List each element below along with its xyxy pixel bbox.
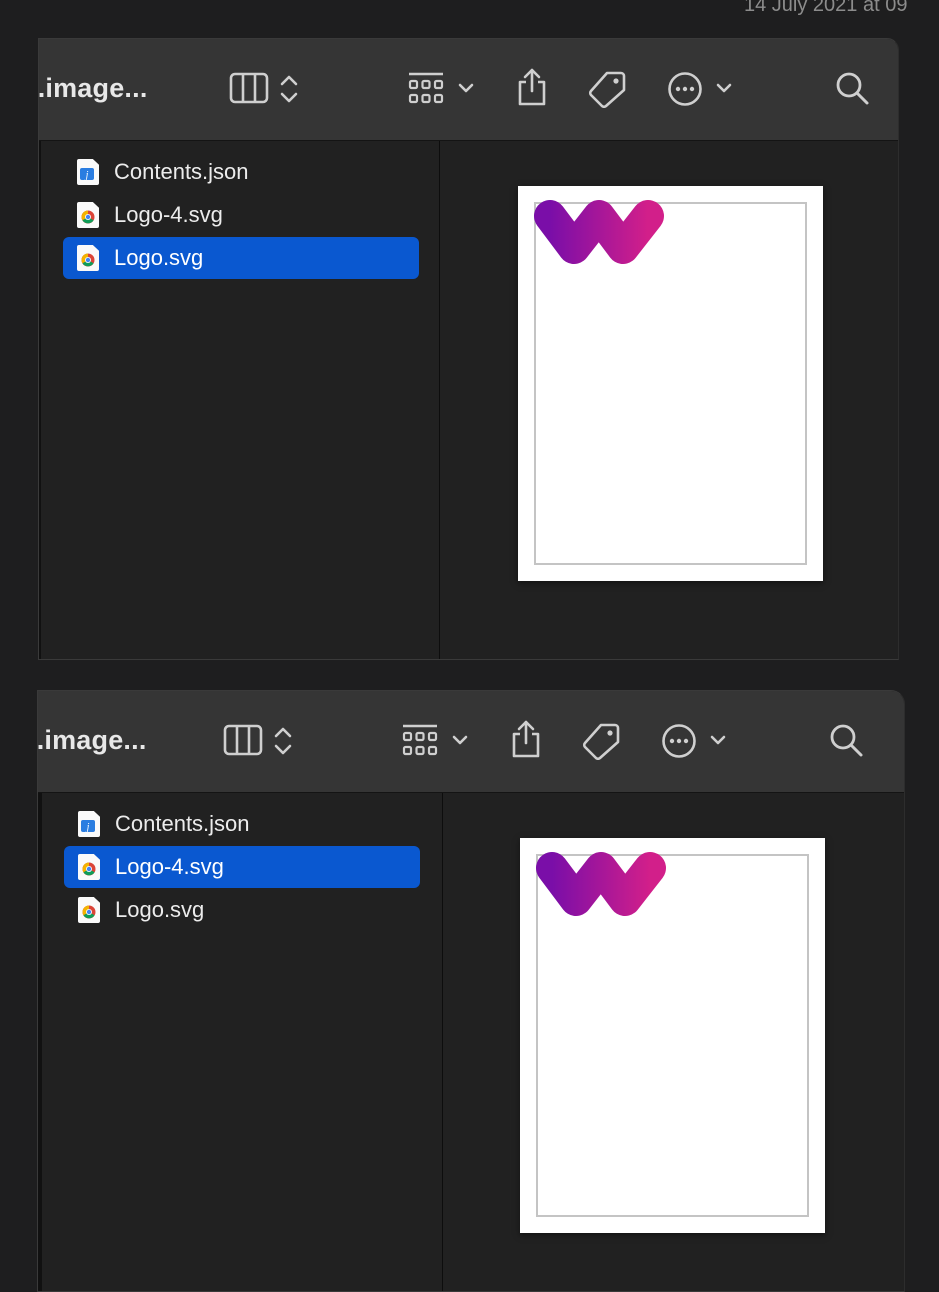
group-button[interactable] (401, 723, 439, 759)
tag-icon (588, 71, 626, 108)
file-name: Contents.json (114, 159, 249, 184)
group-grid-icon (402, 724, 438, 756)
file-name: Logo-4.svg (114, 202, 223, 227)
w-logo-image (534, 200, 664, 264)
tag-button[interactable] (587, 70, 627, 108)
file-item-contents-json[interactable]: j Contents.json (63, 151, 419, 193)
file-name: Logo-4.svg (115, 854, 224, 879)
preview-pane (438, 141, 898, 659)
more-actions-button[interactable] (667, 71, 703, 107)
search-icon (836, 72, 869, 105)
view-switch-chevrons-icon (274, 727, 292, 755)
search-icon (830, 724, 863, 757)
timestamp: 14 July 2021 at 09 (744, 0, 908, 16)
group-button[interactable] (407, 71, 445, 107)
file-item-logo-svg[interactable]: Logo.svg (63, 237, 419, 279)
more-icon (662, 724, 696, 758)
finder-window-1: o.image... j (38, 38, 899, 660)
chevron-down-icon (716, 83, 732, 93)
tag-icon (582, 723, 620, 760)
columns-view-icon (229, 72, 269, 104)
more-icon (668, 72, 702, 106)
columns-view-button[interactable] (229, 71, 269, 105)
chrome-svg-file-icon (78, 854, 100, 880)
search-button[interactable] (835, 71, 871, 107)
finder-window-2: o.image... j (37, 690, 905, 1292)
group-menu-button[interactable] (451, 733, 469, 747)
file-list: j Contents.json Logo-4.svg Logo.svg (38, 793, 443, 1291)
file-item-logo-4-svg[interactable]: Logo-4.svg (64, 846, 420, 888)
more-actions-button[interactable] (661, 723, 697, 759)
more-actions-menu-button[interactable] (715, 81, 733, 95)
chrome-svg-file-icon (78, 897, 100, 923)
file-item-contents-json[interactable]: j Contents.json (64, 803, 420, 845)
tag-button[interactable] (581, 722, 621, 760)
file-list: j Contents.json Logo-4.svg Logo.svg (39, 141, 440, 659)
chevron-down-icon (452, 735, 468, 745)
window-title: o.image... (38, 73, 148, 103)
more-actions-menu-button[interactable] (709, 733, 727, 747)
file-item-logo-4-svg[interactable]: Logo-4.svg (63, 194, 419, 236)
share-icon (518, 68, 546, 106)
svg-preview-thumbnail[interactable] (518, 186, 823, 581)
columns-view-button[interactable] (223, 723, 263, 757)
share-icon (512, 720, 540, 758)
share-button[interactable] (515, 67, 549, 107)
group-grid-icon (408, 72, 444, 104)
window-title: o.image... (37, 725, 147, 755)
group-menu-button[interactable] (457, 81, 475, 95)
share-button[interactable] (509, 719, 543, 759)
chrome-svg-file-icon (77, 202, 99, 228)
view-options-button[interactable] (273, 725, 293, 757)
chevron-down-icon (710, 735, 726, 745)
search-button[interactable] (829, 723, 865, 759)
toolbar: o.image... (39, 39, 898, 141)
svg-preview-thumbnail[interactable] (520, 838, 825, 1233)
toolbar: o.image... (38, 691, 904, 793)
file-name: Logo.svg (114, 245, 204, 270)
view-options-button[interactable] (279, 73, 299, 105)
w-logo-image (536, 852, 666, 916)
json-file-icon: j (78, 811, 100, 837)
file-name: Logo.svg (115, 897, 205, 922)
file-name: Contents.json (115, 811, 250, 836)
view-switch-chevrons-icon (280, 75, 298, 103)
chevron-down-icon (458, 83, 474, 93)
preview-pane (443, 793, 904, 1291)
json-file-icon: j (77, 159, 99, 185)
columns-view-icon (223, 724, 263, 756)
chrome-svg-file-icon (77, 245, 99, 271)
file-item-logo-svg[interactable]: Logo.svg (64, 889, 420, 931)
